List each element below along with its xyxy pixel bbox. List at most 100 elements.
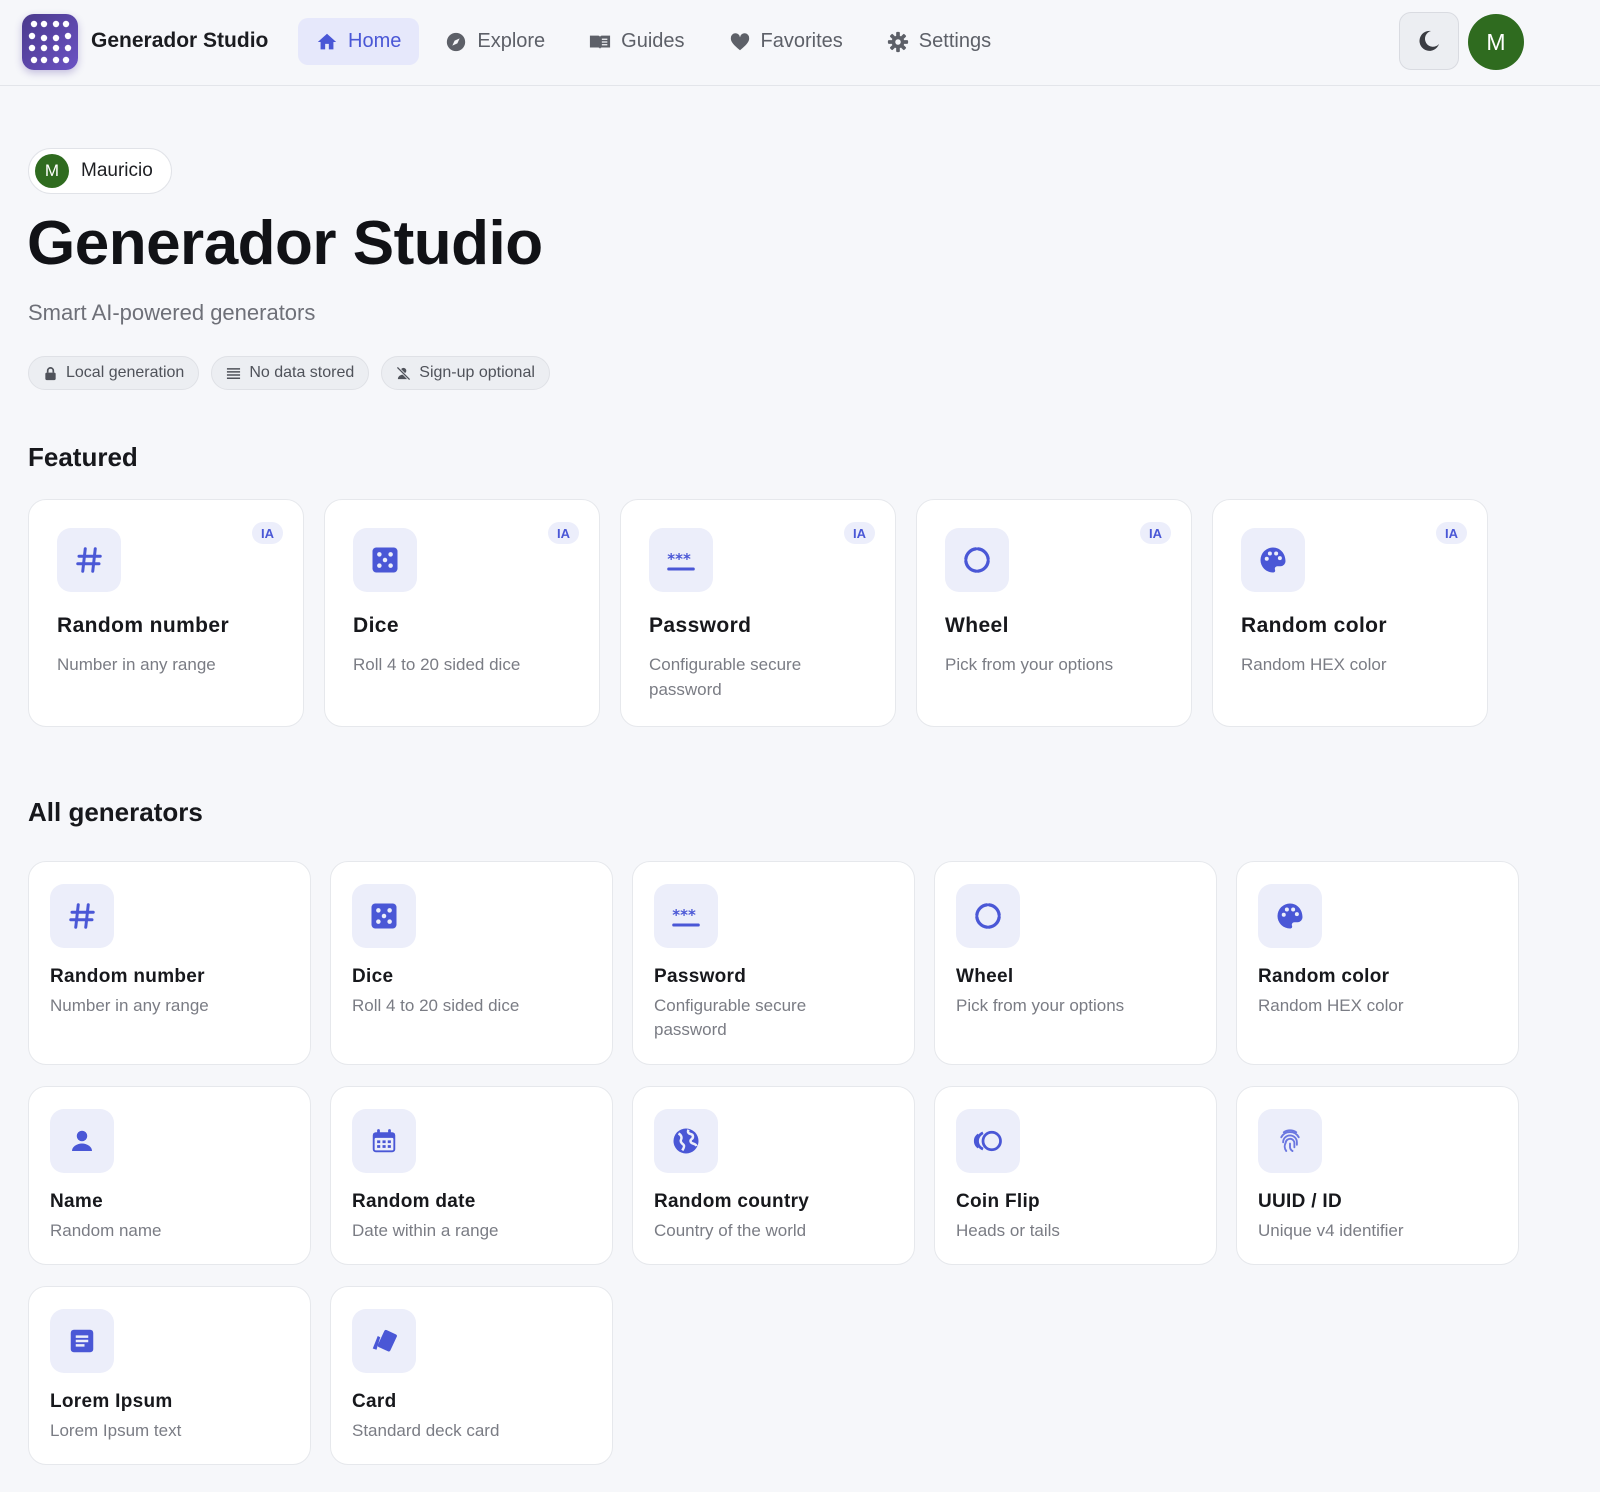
card-description: Pick from your options: [956, 996, 1125, 1015]
nav-guides[interactable]: Guides: [571, 18, 702, 65]
lock-icon: [45, 366, 56, 380]
all-generators-grid: Random number Number in any range Dice R…: [28, 861, 1519, 1465]
card-description: Random HEX color: [1258, 996, 1404, 1015]
card-title: Random date: [352, 1191, 476, 1212]
nav-explore-label: Explore: [477, 30, 546, 52]
main-nav: Home Explore Guides Favorites Settings: [298, 18, 1009, 65]
no-user-icon: [396, 365, 411, 381]
generator-card-coin-flip[interactable]: Coin Flip Heads or tails: [934, 1086, 1217, 1265]
dice-icon: [352, 884, 416, 948]
card-title: Random number: [50, 966, 205, 987]
generator-card-name[interactable]: Name Random name: [28, 1086, 311, 1265]
password-icon: ***: [654, 884, 718, 948]
badge-no-data-stored: No data stored: [211, 356, 370, 390]
generator-card-random-country[interactable]: Random country Country of the world: [632, 1086, 915, 1265]
cards-icon: [352, 1309, 416, 1373]
gear-icon: [887, 31, 908, 52]
featured-card-wheel[interactable]: IA Wheel Pick from your options: [916, 499, 1192, 727]
card-title: Coin Flip: [956, 1191, 1040, 1212]
brand-name[interactable]: Generador Studio: [91, 29, 268, 53]
nav-favorites-label: Favorites: [760, 30, 843, 52]
generator-card-random-number[interactable]: Random number Number in any range: [28, 861, 311, 1065]
featured-card-dice[interactable]: IA Dice Roll 4 to 20 sided dice: [324, 499, 600, 727]
card-description: Configurable secure password: [654, 996, 807, 1039]
card-title: UUID / ID: [1258, 1191, 1342, 1212]
globe-icon: [654, 1109, 718, 1173]
user-avatar[interactable]: M: [1468, 14, 1524, 70]
person-icon: [50, 1109, 114, 1173]
card-description: Roll 4 to 20 sided dice: [353, 655, 521, 674]
moon-icon: [1419, 30, 1439, 51]
nav-explore[interactable]: Explore: [427, 18, 563, 65]
dice-icon: [353, 528, 417, 592]
card-title: Card: [352, 1391, 397, 1412]
svg-text:***: ***: [672, 906, 696, 924]
card-title: Dice: [352, 966, 394, 987]
nav-home-label: Home: [348, 30, 402, 52]
card-description: Random HEX color: [1241, 655, 1387, 674]
card-description: Number in any range: [50, 996, 209, 1015]
featured-card-random-color[interactable]: IA Random color Random HEX color: [1212, 499, 1488, 727]
generator-card-random-color[interactable]: Random color Random HEX color: [1236, 861, 1519, 1065]
card-description: Lorem Ipsum text: [50, 1421, 182, 1440]
badge-label: Sign-up optional: [419, 364, 535, 381]
card-title: Wheel: [945, 614, 1009, 637]
hash-icon: [57, 528, 121, 592]
user-chip[interactable]: M Mauricio: [28, 148, 172, 194]
compass-icon: [447, 32, 466, 51]
nav-guides-label: Guides: [621, 30, 685, 52]
ia-badge: IA: [1140, 522, 1171, 544]
svg-text:***: ***: [667, 550, 691, 568]
card-description: Date within a range: [352, 1221, 499, 1240]
badge-local-generation: Local generation: [28, 356, 200, 390]
page-subtitle: Smart AI-powered generators: [28, 300, 316, 325]
card-title: Wheel: [956, 966, 1014, 987]
card-description: Heads or tails: [956, 1221, 1060, 1240]
card-title: Password: [654, 966, 747, 987]
generator-card-password[interactable]: *** Password Configurable secure passwor…: [632, 861, 915, 1065]
palette-icon: [1258, 884, 1322, 948]
top-navbar: Generador Studio Home Explore Guides Fav…: [0, 0, 1600, 86]
palette-icon: [1241, 528, 1305, 592]
card-description: Pick from your options: [945, 655, 1114, 674]
wheel-icon: [945, 528, 1009, 592]
generator-card-dice[interactable]: Dice Roll 4 to 20 sided dice: [330, 861, 613, 1065]
card-title: Password: [649, 614, 752, 637]
book-icon: [590, 35, 611, 49]
generator-card-wheel[interactable]: Wheel Pick from your options: [934, 861, 1217, 1065]
featured-heading: Featured: [28, 442, 138, 472]
card-title: Random country: [654, 1191, 810, 1212]
theme-toggle-button[interactable]: [1399, 12, 1459, 70]
card-description: Number in any range: [57, 655, 216, 674]
generator-card-random-date[interactable]: Random date Date within a range: [330, 1086, 613, 1265]
nav-settings-label: Settings: [918, 30, 992, 52]
ia-badge: IA: [844, 522, 875, 544]
nav-home[interactable]: Home: [298, 18, 420, 65]
feature-badges: Local generation No data stored Sign-up …: [28, 356, 550, 390]
nav-favorites[interactable]: Favorites: [711, 18, 861, 65]
user-chip-avatar: M: [35, 154, 69, 188]
password-icon: ***: [649, 528, 713, 592]
nav-settings[interactable]: Settings: [869, 18, 1009, 65]
card-description: Roll 4 to 20 sided dice: [352, 996, 520, 1015]
badge-signup-optional: Sign-up optional: [381, 356, 550, 390]
card-title: Dice: [353, 614, 399, 637]
heart-icon: [730, 32, 749, 50]
hash-icon: [50, 884, 114, 948]
generator-card-uuid[interactable]: UUID / ID Unique v4 identifier: [1236, 1086, 1519, 1265]
generator-card-lorem-ipsum[interactable]: Lorem Ipsum Lorem Ipsum text: [28, 1286, 311, 1465]
app-logo-icon[interactable]: [22, 14, 78, 70]
all-generators-heading: All generators: [28, 797, 203, 827]
card-description: Standard deck card: [352, 1421, 500, 1440]
fingerprint-icon: [1258, 1109, 1322, 1173]
card-title: Random color: [1241, 614, 1387, 637]
ia-badge: IA: [1436, 522, 1467, 544]
featured-card-password[interactable]: IA *** Password Configurable secure pass…: [620, 499, 896, 727]
generator-card-card[interactable]: Card Standard deck card: [330, 1286, 613, 1465]
badge-label: Local generation: [66, 364, 185, 381]
featured-card-random-number[interactable]: IA Random number Number in any range: [28, 499, 304, 727]
card-description: Random name: [50, 1221, 162, 1240]
wheel-icon: [956, 884, 1020, 948]
home-icon: [317, 33, 337, 49]
card-title: Random number: [57, 614, 230, 637]
